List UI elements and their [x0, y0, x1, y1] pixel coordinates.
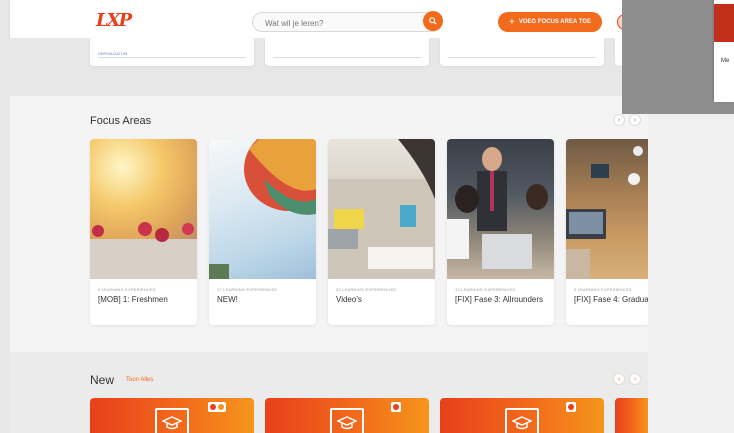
graduation-cap-icon: [155, 408, 189, 433]
see-all-link[interactable]: Toon Alles: [126, 377, 153, 383]
focus-area-title: [FIX] Fase 4: Graduates: [574, 295, 648, 304]
status-icon: [210, 404, 216, 410]
previous-card[interactable]: VERVALDATUM: [90, 38, 254, 66]
chevron-left-icon: ‹: [617, 375, 621, 383]
previous-row: VERVALDATUM: [10, 38, 648, 96]
new-section: New Toon Alles ‹ ›: [10, 352, 648, 433]
focus-area-card[interactable]: 6 LEARNING EXPERIENCES [MOB] 1: Freshmen: [90, 139, 197, 325]
focus-area-card[interactable]: 3 LEARNING EXPERIENCES [FIX] Fase 4: Gra…: [566, 139, 648, 325]
card-image: [447, 139, 554, 279]
chevron-left-icon: ‹: [617, 116, 621, 124]
workspace-illustration: [566, 146, 643, 279]
status-icon: [568, 404, 574, 410]
blurred-background-window: Me: [622, 0, 734, 114]
side-panel-banner: [714, 4, 734, 42]
previous-card[interactable]: [440, 38, 604, 66]
new-section-title: New: [90, 373, 115, 387]
focus-areas-nav: ‹ ›: [613, 114, 641, 126]
search-button[interactable]: [423, 11, 443, 31]
status-icon: [393, 404, 399, 410]
status-icon: [218, 404, 224, 410]
progress-track: [448, 57, 596, 58]
focus-area-title: Video's: [336, 295, 362, 304]
top-header: LXP + VOEG FOCUS AREA TOE: [10, 0, 648, 38]
expiry-label: VERVALDATUM: [98, 51, 128, 56]
side-panel-text: Me: [721, 58, 730, 64]
experience-count: 20 LEARNING EXPERIENCES: [336, 287, 397, 292]
new-section-nav: ‹ ›: [613, 373, 641, 385]
focus-area-title: [MOB] 1: Freshmen: [98, 295, 168, 304]
desk-illustration: [328, 139, 435, 279]
prev-arrow-button[interactable]: ‹: [613, 373, 625, 385]
chevron-right-icon: ›: [633, 375, 637, 383]
search-bar: [252, 11, 443, 32]
card-image: [90, 139, 197, 279]
focus-area-title: [FIX] Fase 3: Allrounders: [455, 295, 544, 304]
app-window: LXP + VOEG FOCUS AREA TOE VERVALDATUM: [0, 0, 648, 433]
previous-card[interactable]: [265, 38, 429, 66]
graduation-cap-icon: [330, 408, 364, 433]
add-focus-area-label: VOEG FOCUS AREA TOE: [518, 19, 591, 25]
experience-count: 13 LEARNING EXPERIENCES: [455, 287, 516, 292]
card-badges: [208, 402, 226, 412]
raspberries-illustration: [90, 222, 197, 279]
graduation-cap-icon: [505, 408, 539, 433]
focus-area-card[interactable]: 17 LEARNING EXPERIENCES NEW!: [209, 139, 316, 325]
card-image: [328, 139, 435, 279]
focus-area-title: NEW!: [217, 295, 238, 304]
new-experience-card[interactable]: [90, 398, 254, 433]
next-arrow-button[interactable]: ›: [629, 373, 641, 385]
new-experience-card[interactable]: [615, 398, 648, 433]
new-experience-card[interactable]: [265, 398, 429, 433]
experience-count: 17 LEARNING EXPERIENCES: [217, 287, 278, 292]
focus-area-card[interactable]: 13 LEARNING EXPERIENCES [FIX] Fase 3: Al…: [447, 139, 554, 325]
lxp-logo[interactable]: LXP: [96, 10, 132, 31]
plus-icon: +: [509, 16, 515, 28]
team-meeting-illustration: [447, 147, 548, 269]
new-experience-card[interactable]: [440, 398, 604, 433]
focus-areas-title: Focus Areas: [90, 115, 152, 127]
card-image: [209, 139, 316, 279]
card-badges: [391, 402, 401, 412]
chevron-right-icon: ›: [633, 116, 637, 124]
experience-count: 3 LEARNING EXPERIENCES: [574, 287, 632, 292]
add-focus-area-button[interactable]: + VOEG FOCUS AREA TOE: [498, 12, 602, 32]
card-badges: [566, 402, 576, 412]
experience-count: 6 LEARNING EXPERIENCES: [98, 287, 156, 292]
balloon-illustration: [209, 139, 316, 279]
next-arrow-button[interactable]: ›: [629, 114, 641, 126]
progress-track: [273, 57, 421, 58]
progress-track: [98, 57, 246, 58]
focus-area-card[interactable]: 20 LEARNING EXPERIENCES Video's: [328, 139, 435, 325]
card-image: [566, 139, 648, 279]
prev-arrow-button[interactable]: ‹: [613, 114, 625, 126]
focus-areas-section: Focus Areas ‹ › 6 LEARNING EXPERIENCES […: [10, 96, 648, 352]
search-input[interactable]: [263, 15, 417, 31]
search-icon: [429, 17, 437, 25]
